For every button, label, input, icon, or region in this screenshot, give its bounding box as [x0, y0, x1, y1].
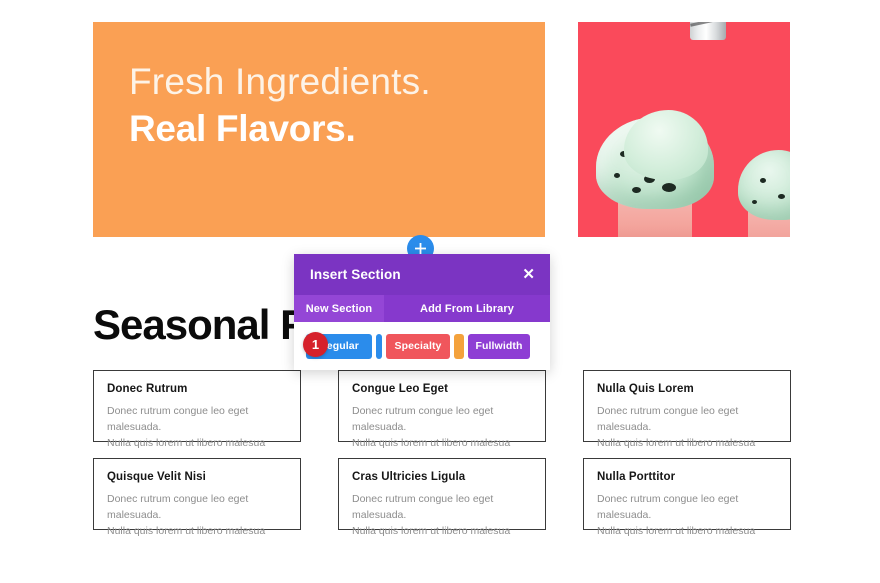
scoop-right: [738, 150, 790, 220]
card-text-line-1: Donec rutrum congue leo eget malesuada.: [597, 405, 739, 433]
section-type-fullwidth-button[interactable]: Fullwidth: [468, 333, 530, 359]
card-text-line-1: Donec rutrum congue leo eget malesuada.: [352, 405, 494, 433]
list-item[interactable]: Cras Ultricies Ligula Donec rutrum congu…: [338, 458, 546, 537]
ice-cream-photo: [578, 22, 790, 237]
hero-text-block: Fresh Ingredients. Real Flavors.: [129, 60, 529, 152]
list-item[interactable]: Congue Leo Eget Donec rutrum congue leo …: [338, 370, 546, 449]
modal-tab-bar: New Section Add From Library: [294, 295, 550, 322]
hero-orange-panel: Fresh Ingredients. Real Flavors.: [93, 22, 545, 237]
card-text-line-2: Nulla quis lorem ut libero malesua: [597, 437, 756, 449]
list-item[interactable]: Nulla Quis Lorem Donec rutrum congue leo…: [583, 370, 791, 449]
specialty-accent-strip: [454, 333, 464, 359]
tab-new-section[interactable]: New Section: [294, 295, 384, 322]
page-title: Seasonal F: [93, 301, 306, 348]
section-type-specialty-button[interactable]: Specialty: [386, 333, 450, 359]
card-text-line-2: Nulla quis lorem ut libero malesua: [107, 525, 266, 537]
card-text-line-1: Donec rutrum congue leo eget malesuada.: [107, 493, 249, 521]
modal-body: Regular Specialty Fullwidth: [294, 322, 550, 370]
card-text-line-1: Donec rutrum congue leo eget malesuada.: [352, 493, 494, 521]
card-row: Donec Rutrum Donec rutrum congue leo ege…: [93, 370, 793, 449]
card-row: Quisque Velit Nisi Donec rutrum congue l…: [93, 458, 793, 537]
modal-title: Insert Section: [310, 267, 401, 282]
card-title: Congue Leo Eget: [352, 383, 449, 395]
status-badge: 1: [303, 332, 328, 357]
regular-accent-strip: [376, 333, 382, 359]
insert-section-modal: Insert Section ✕ New Section Add From Li…: [294, 254, 550, 370]
tab-add-from-library[interactable]: Add From Library: [384, 295, 550, 322]
card-text-line-2: Nulla quis lorem ut libero malesua: [107, 437, 266, 449]
hero-headline-bold: Real Flavors.: [129, 108, 356, 149]
card-text-line-2: Nulla quis lorem ut libero malesua: [597, 525, 756, 537]
card-title: Quisque Velit Nisi: [107, 471, 206, 483]
card-title: Nulla Porttitor: [597, 471, 676, 483]
card-title: Cras Ultricies Ligula: [352, 471, 466, 483]
card-text-line-2: Nulla quis lorem ut libero malesua: [352, 525, 511, 537]
hero-row: Fresh Ingredients. Real Flavors.: [0, 22, 880, 237]
card-text-line-2: Nulla quis lorem ut libero malesua: [352, 437, 511, 449]
list-item[interactable]: Quisque Velit Nisi Donec rutrum congue l…: [93, 458, 301, 537]
modal-header: Insert Section ✕: [294, 254, 550, 295]
list-item[interactable]: Donec Rutrum Donec rutrum congue leo ege…: [93, 370, 301, 449]
card-text-line-1: Donec rutrum congue leo eget malesuada.: [597, 493, 739, 521]
close-icon[interactable]: ✕: [522, 267, 535, 282]
list-item[interactable]: Nulla Porttitor Donec rutrum congue leo …: [583, 458, 791, 537]
hero-headline-light: Fresh Ingredients.: [129, 61, 431, 102]
feature-card-grid: Donec Rutrum Donec rutrum congue leo ege…: [93, 370, 793, 537]
card-title: Donec Rutrum: [107, 383, 188, 395]
scoop-left-highlight: [624, 110, 708, 180]
card-title: Nulla Quis Lorem: [597, 383, 694, 395]
page-root: Fresh Ingredients. Real Flavors. Seasona…: [0, 0, 880, 583]
card-text-line-1: Donec rutrum congue leo eget malesuada.: [107, 405, 249, 433]
